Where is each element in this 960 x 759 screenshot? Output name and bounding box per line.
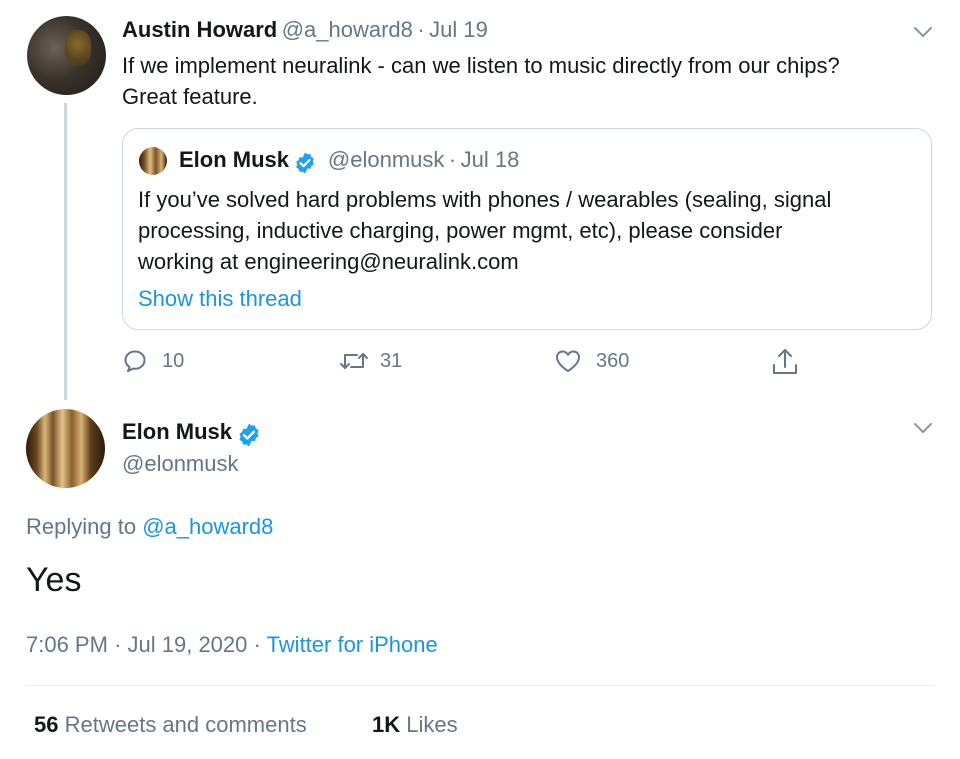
tweet-date[interactable]: Jul 19, 2020 [128, 632, 248, 657]
author-name[interactable]: Elon Musk [122, 419, 232, 444]
author-handle[interactable]: @elonmusk [122, 451, 239, 477]
quoted-author-handle: @elonmusk [327, 147, 445, 172]
quoted-tweet-text: If you’ve solved hard problems with phon… [138, 184, 928, 277]
show-thread-link[interactable]: Show this thread [138, 286, 302, 312]
quoted-author-avatar [139, 147, 167, 175]
tweet-time[interactable]: 7:06 PM [26, 632, 108, 657]
verified-badge-icon [239, 423, 260, 447]
reply-count: 10 [162, 349, 185, 372]
speech-bubble-icon [124, 350, 146, 372]
avatar-elon-musk[interactable] [26, 409, 105, 488]
retweet-action[interactable]: 31 [338, 348, 402, 374]
replying-to: Replying to @a_howard8 [26, 514, 273, 540]
separator: · [253, 632, 261, 657]
quoted-tweet-header: Elon Musk @elonmusk · Jul 18 [179, 147, 519, 175]
tweet-text-line: processing, inductive charging, power mg… [138, 218, 783, 243]
separator: · [448, 147, 457, 172]
likes-stat[interactable]: 1K Likes [372, 712, 458, 738]
separator: · [114, 632, 122, 657]
main-tweet-text: Yes [26, 561, 82, 599]
retweets-label: Retweets and comments [64, 712, 307, 737]
likes-label: Likes [406, 712, 458, 737]
retweet-arrows-icon [340, 353, 368, 369]
author-handle[interactable]: @a_howard8 [282, 17, 413, 42]
tweet-text-line: Great feature. [122, 84, 258, 109]
retweets-stat[interactable]: 56 Retweets and comments [34, 712, 307, 738]
main-tweet-author: Elon Musk [122, 419, 262, 448]
tweet-source-link[interactable]: Twitter for iPhone [267, 632, 438, 657]
quoted-author-name: Elon Musk [179, 147, 290, 172]
replying-prefix: Replying to [26, 514, 143, 539]
like-count: 360 [596, 349, 630, 372]
retweet-count: 31 [380, 349, 403, 372]
tweet-text-line: If we implement neuralink - can we liste… [122, 53, 840, 78]
chevron-down-icon[interactable] [914, 26, 932, 38]
author-name[interactable]: Austin Howard [122, 17, 277, 42]
heart-icon [556, 350, 580, 372]
replying-to-handle-link[interactable]: @a_howard8 [142, 514, 273, 539]
quoted-tweet-date: Jul 18 [460, 147, 520, 172]
tweet-text-line: If you’ve solved hard problems with phon… [138, 187, 832, 212]
like-action[interactable]: 360 [554, 348, 629, 374]
tweet-date[interactable]: Jul 19 [429, 17, 488, 42]
divider [26, 685, 934, 686]
reply-tweet-text: If we implement neuralink - can we liste… [122, 50, 942, 112]
likes-count: 1K [372, 712, 401, 737]
verified-badge-icon [296, 152, 315, 174]
retweets-count: 56 [34, 712, 59, 737]
separator: · [417, 17, 425, 42]
tweet-text-line: working at engineering@neuralink.com [138, 249, 519, 274]
share-upload-icon[interactable] [771, 347, 799, 377]
tweet-metadata: 7:06 PM · Jul 19, 2020 · Twitter for iPh… [26, 632, 438, 658]
reply-tweet-header: Austin Howard @a_howard8 · Jul 19 [122, 17, 488, 43]
avatar-austin-howard[interactable] [27, 16, 106, 95]
chevron-down-icon[interactable] [914, 422, 932, 434]
reply-action[interactable]: 10 [122, 348, 184, 374]
thread-connector-line [64, 103, 67, 400]
